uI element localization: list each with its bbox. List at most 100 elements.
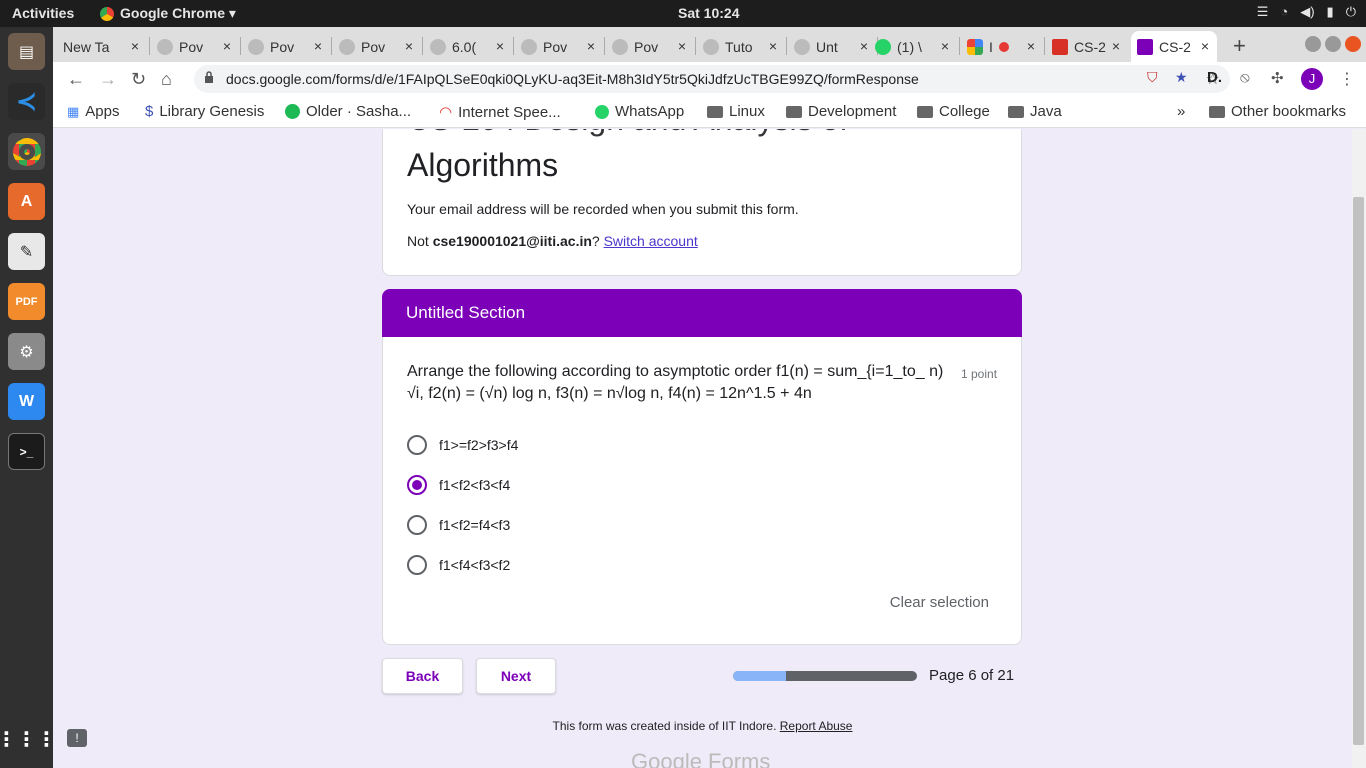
tab-5[interactable]: Pov × — [515, 31, 603, 62]
scrollbar[interactable] — [1352, 129, 1366, 768]
chrome-dock-icon[interactable] — [8, 133, 45, 170]
close-icon[interactable]: × — [769, 38, 777, 54]
tab-label: Pov — [179, 38, 204, 55]
text-editor-icon[interactable]: ✎ — [8, 233, 45, 270]
new-tab-icon[interactable]: + — [1233, 33, 1246, 59]
settings-icon[interactable]: ⚙ — [8, 333, 45, 370]
report-abuse-link[interactable]: Report Abuse — [780, 719, 853, 733]
back-button[interactable]: Back — [382, 658, 463, 694]
bookmark-folder-college[interactable]: College — [917, 103, 990, 120]
app-menu[interactable]: Google Chrome ▾ — [100, 5, 236, 22]
extension-star-icon[interactable]: ★ — [1175, 69, 1188, 86]
gmail-icon — [1052, 38, 1068, 55]
radio-button-selected[interactable] — [407, 475, 427, 495]
folder-icon — [917, 105, 933, 118]
switch-account-link[interactable]: Switch account — [604, 233, 698, 249]
reload-icon[interactable]: ↻ — [131, 69, 146, 90]
close-icon[interactable]: × — [1027, 38, 1035, 54]
close-icon[interactable]: × — [941, 38, 949, 54]
close-icon[interactable]: × — [587, 38, 595, 54]
close-icon[interactable]: × — [1201, 38, 1209, 54]
tab-1[interactable]: Pov × — [151, 31, 239, 62]
address-bar[interactable]: docs.google.com/forms/d/e/1FAIpQLSeE0qki… — [194, 65, 1230, 93]
page-content: CS-204 Design and Analysis of Algorithms… — [53, 129, 1352, 768]
question-card: Arrange the following according to asymp… — [382, 337, 1022, 645]
pdf-editor-icon[interactable]: PDF — [8, 283, 45, 320]
show-apps-icon[interactable]: ⋮⋮⋮ — [0, 721, 57, 758]
extension-d-icon[interactable]: D. — [1207, 69, 1222, 86]
close-icon[interactable]: × — [678, 38, 686, 54]
bookmark-folder-java[interactable]: Java — [1008, 103, 1062, 120]
favicon-icon — [339, 38, 355, 55]
option-2[interactable]: f1<f2=f4<f3 — [407, 515, 510, 535]
activities-button[interactable]: Activities — [12, 5, 74, 21]
tab-8[interactable]: Unt × — [788, 31, 876, 62]
account-email: cse190001021@iiti.ac.in — [432, 233, 592, 249]
close-icon[interactable]: × — [496, 38, 504, 54]
clear-selection-button[interactable]: Clear selection — [890, 594, 989, 611]
extension-shield-icon[interactable]: ⛉ — [1147, 69, 1158, 86]
next-button[interactable]: Next — [476, 658, 556, 694]
tab-2[interactable]: Pov × — [242, 31, 330, 62]
close-icon[interactable]: × — [1112, 38, 1120, 54]
tab-label: CS-2 — [1074, 38, 1106, 55]
bookmark-internet-speed[interactable]: ◠ Internet Spee... — [439, 103, 561, 122]
block-icon[interactable]: ⦸ — [1240, 69, 1250, 86]
feedback-icon[interactable]: ! — [67, 729, 87, 747]
close-icon[interactable]: × — [223, 38, 231, 54]
power-icon: ⏻ — [1345, 4, 1356, 19]
profile-avatar[interactable]: J — [1301, 68, 1323, 90]
close-icon[interactable]: × — [860, 38, 868, 54]
radio-button[interactable] — [407, 555, 427, 575]
wps-icon[interactable]: W — [8, 383, 45, 420]
forward-arrow-icon[interactable]: → — [99, 69, 117, 90]
close-icon[interactable]: × — [131, 38, 139, 54]
tab-11[interactable]: CS-2 × — [1046, 31, 1128, 62]
tab-label: 6.0( — [452, 38, 477, 55]
radio-button[interactable] — [407, 435, 427, 455]
bookmark-apps[interactable]: ▦ Apps — [67, 103, 120, 120]
back-arrow-icon[interactable]: ← — [67, 69, 85, 90]
clock[interactable]: Sat 10:24 — [678, 5, 739, 21]
close-icon[interactable]: × — [405, 38, 413, 54]
bookmark-older[interactable]: Older · Sasha... — [285, 103, 411, 120]
folder-icon — [1008, 105, 1024, 118]
more-bookmarks-button[interactable]: » — [1177, 103, 1185, 120]
option-0[interactable]: f1>=f2>f3>f4 — [407, 435, 518, 455]
bookmark-folder-development[interactable]: Development — [786, 103, 896, 120]
points-label: 1 point — [961, 367, 998, 381]
files-icon[interactable]: ▤ — [8, 33, 45, 70]
tab-10[interactable]: I × — [961, 31, 1043, 62]
tab-7[interactable]: Tuto × — [697, 31, 785, 62]
tab-4[interactable]: 6.0( × — [424, 31, 512, 62]
tab-12-active[interactable]: CS-2 × — [1131, 31, 1217, 62]
forms-icon — [1137, 38, 1153, 55]
puzzle-icon[interactable]: ✣ — [1271, 69, 1284, 87]
maximize-icon[interactable] — [1325, 36, 1341, 52]
lock-icon — [205, 71, 213, 83]
chrome-icon — [100, 6, 114, 21]
tab-9[interactable]: (1) \ × — [869, 31, 957, 62]
other-bookmarks[interactable]: Other bookmarks — [1209, 103, 1346, 120]
menu-dots-icon[interactable]: ⋮ — [1339, 69, 1355, 89]
vscode-icon[interactable]: ≺ — [8, 83, 45, 120]
close-window-icon[interactable] — [1345, 36, 1361, 52]
bookmark-folder-linux[interactable]: Linux — [707, 103, 765, 120]
minimize-icon[interactable] — [1305, 36, 1321, 52]
tab-0[interactable]: New Ta × — [57, 31, 147, 62]
radio-button[interactable] — [407, 515, 427, 535]
system-tray[interactable]: ☰ ◔ ◀) ▮ ⏻ — [1257, 4, 1356, 20]
bookmark-library-genesis[interactable]: $ Library Genesis — [145, 103, 264, 120]
tab-6[interactable]: Pov × — [606, 31, 694, 62]
scrollbar-thumb[interactable] — [1353, 197, 1364, 745]
dock: ▤ ≺ A ✎ PDF ⚙ W >_ ⋮⋮⋮ — [0, 27, 57, 768]
close-icon[interactable]: × — [314, 38, 322, 54]
home-icon[interactable]: ⌂ — [161, 69, 172, 90]
option-3[interactable]: f1<f4<f3<f2 — [407, 555, 510, 575]
option-1[interactable]: f1<f2<f3<f4 — [407, 475, 510, 495]
software-center-icon[interactable]: A — [8, 183, 45, 220]
bookmark-whatsapp[interactable]: WhatsApp — [595, 103, 684, 120]
terminal-icon[interactable]: >_ — [8, 433, 45, 470]
not-prefix: Not — [407, 233, 433, 249]
tab-3[interactable]: Pov × — [333, 31, 421, 62]
